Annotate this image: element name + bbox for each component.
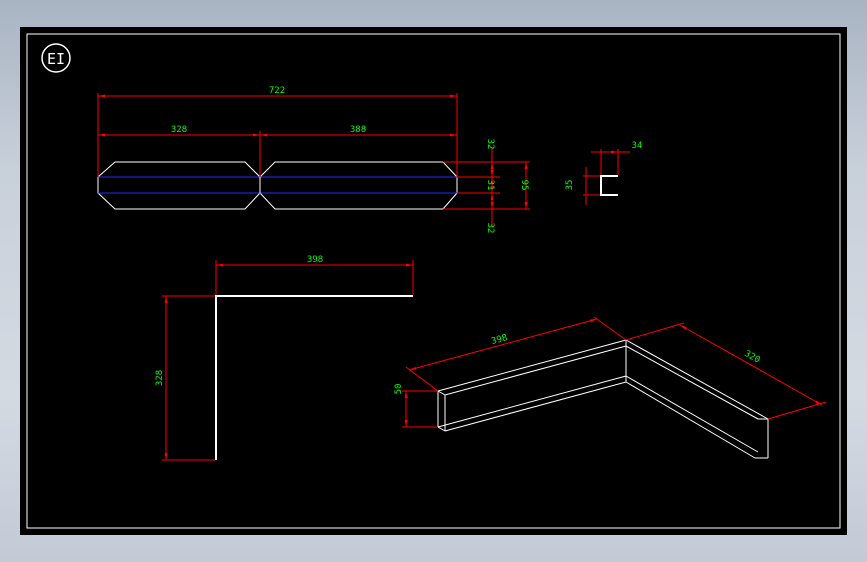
dim-text-bottom-flange: 32 [485,223,495,234]
dim-text-section-width: 34 [632,141,643,151]
dim-text-left-segment: 328 [171,125,187,135]
isometric-view [437,339,769,459]
channel-profile [600,175,618,196]
dim-text-iso-height: 50 [394,384,404,395]
section-view: 34 35 [565,141,642,205]
dim-text-overall: 722 [269,86,285,96]
dim-text-plan-horizontal: 398 [307,255,323,265]
sheet-badge: EI [41,43,71,73]
dim-text-plan-vertical: 328 [155,370,165,386]
dim-text-section-height: 35 [565,180,575,191]
badge-label: EI [47,50,65,68]
flat-pattern-view: 722 328 388 32 31 32 95 [97,86,530,234]
ext-line [625,322,685,341]
dim-line-iso-leg-a [408,318,598,371]
isometric-dimensions: 398 320 50 [394,316,827,428]
dim-text-total-height: 95 [519,180,529,191]
cad-drawing: EI 722 328 388 32 31 32 95 34 35 398 328… [26,33,841,529]
iso-edge [444,381,627,432]
drawing-frame [26,33,841,529]
dim-text-iso-leg-a: 398 [490,333,508,347]
drawing-canvas[interactable]: EI 722 328 388 32 31 32 95 34 35 398 328… [20,27,847,535]
dim-text-top-flange: 32 [485,139,495,150]
dim-text-iso-leg-b: 320 [742,349,761,366]
iso-edge [437,426,446,432]
iso-edge [625,381,756,459]
iso-edge [625,375,759,453]
dim-text-right-segment: 388 [350,125,366,135]
iso-edge [437,390,446,396]
dim-line-iso-leg-b [679,324,823,406]
ext-line [593,316,627,341]
plan-view: 398 328 [155,255,414,461]
iso-edge [625,345,759,420]
ext-line [767,401,827,420]
flat-pattern-outline [97,161,458,210]
ext-line [405,366,439,392]
dim-text-middle: 31 [485,180,495,191]
plan-outline [215,295,413,460]
